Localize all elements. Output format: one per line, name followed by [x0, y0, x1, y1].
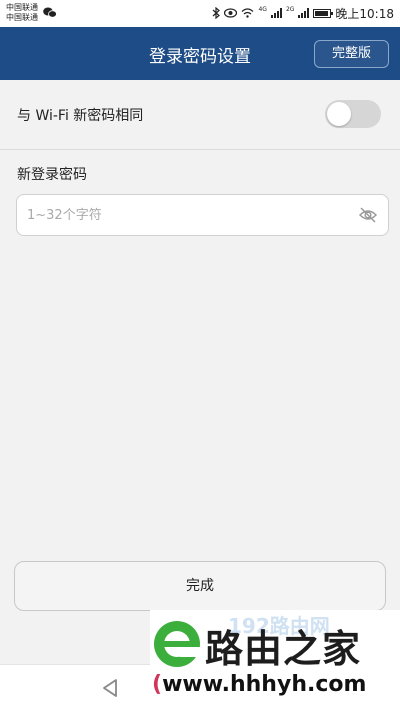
carrier-2: 中国联通: [6, 13, 38, 22]
bluetooth-icon: [213, 7, 221, 19]
new-password-field: [16, 194, 389, 236]
status-time: 晚上10:18: [335, 6, 394, 21]
same-as-wifi-toggle[interactable]: [325, 100, 381, 128]
watermark-paren: (: [152, 672, 163, 697]
status-icons: 4G 2G 晚上10:18: [212, 5, 394, 21]
same-as-wifi-label: 与 Wi-Fi 新密码相同: [17, 108, 144, 124]
back-icon[interactable]: [101, 678, 119, 698]
eye-off-icon[interactable]: [358, 206, 378, 224]
watermark-brand: 路由之家: [205, 627, 362, 671]
new-password-input[interactable]: [27, 195, 347, 235]
full-version-button[interactable]: 完整版: [314, 40, 389, 68]
wechat-icon: [43, 7, 57, 18]
watermark-url-text: www.hhhyh.com: [162, 672, 367, 697]
watermark-logo-icon: [154, 621, 200, 667]
toggle-knob: [327, 102, 351, 126]
carrier-1: 中国联通: [6, 3, 38, 12]
status-bar: 中国联通 中国联通 4G 2G 晚上10:18: [0, 0, 400, 27]
done-button[interactable]: 完成: [14, 561, 386, 611]
signal-icon-1: [270, 8, 282, 18]
battery-icon: [313, 8, 334, 18]
watermark-url: (www.hhhyh.com: [152, 672, 366, 697]
network-type-1: 4G: [258, 5, 267, 13]
signal-icon-2: [298, 8, 310, 18]
watermark: 192路由网 路由之家 (www.hhhyh.com: [150, 610, 400, 711]
new-password-label: 新登录密码: [17, 167, 87, 183]
app-header: 登录密码设置 完整版: [0, 27, 400, 80]
eye-comfort-icon: [224, 8, 238, 18]
carrier-info: 中国联通 中国联通: [6, 3, 38, 23]
network-type-2: 2G: [285, 5, 295, 13]
wifi-icon: [242, 8, 254, 18]
same-as-wifi-row: 与 Wi-Fi 新密码相同: [0, 80, 400, 150]
